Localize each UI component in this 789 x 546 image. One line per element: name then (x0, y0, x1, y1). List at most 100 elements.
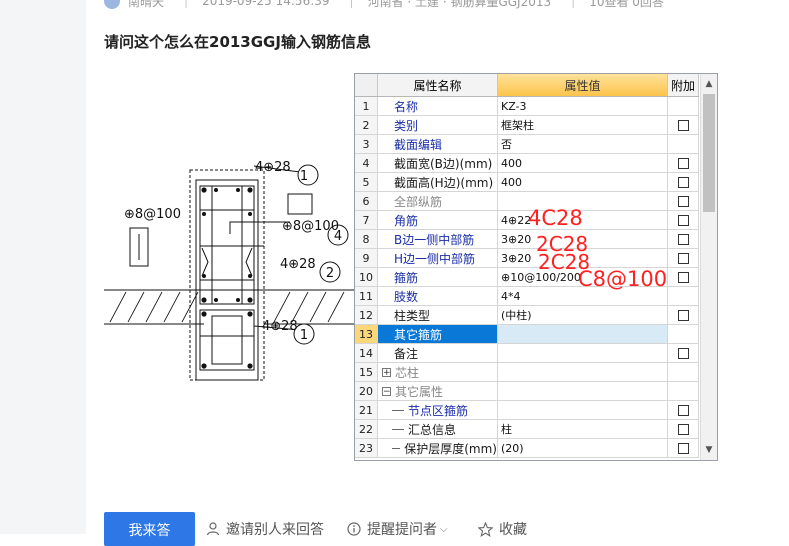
property-name-text: 芯柱 (395, 365, 420, 380)
property-value[interactable]: 4⊕22 (498, 211, 668, 229)
meta-separator: | (571, 0, 576, 8)
answer-button[interactable]: 我来答 (104, 512, 195, 546)
header-property-value[interactable]: 属性值 (498, 74, 668, 96)
property-name[interactable]: 角筋 (378, 211, 498, 229)
property-row[interactable]: 12 柱类型 (中柱) (355, 306, 699, 325)
property-value[interactable]: KZ-3 (498, 97, 668, 115)
property-name[interactable]: 全部纵筋 (378, 192, 498, 210)
property-row[interactable]: 8 B边一侧中部筋 3⊕20 (355, 230, 699, 249)
property-row[interactable]: 14 备注 (355, 344, 699, 363)
question-title: 请问这个怎么在2013GGJ输入钢筋信息 (104, 33, 371, 51)
mid-rebar-label: 4⊕28 (280, 257, 316, 272)
property-row[interactable]: 6 全部纵筋 (355, 192, 699, 211)
question-category[interactable]: 河南省 · 土建 · 钢筋算量GGJ2013 (368, 0, 552, 10)
property-row[interactable]: 15 + 芯柱 (355, 363, 699, 382)
column-section-drawing: 4⊕28 1 ⊕8@100 4 ⊕8@100 4⊕28 2 4⊕28 1 (104, 160, 356, 381)
property-row[interactable]: 5 截面高(H边)(mm) 400 (355, 173, 699, 192)
expand-icon[interactable]: + (382, 367, 391, 377)
property-row[interactable]: 22 汇总信息 柱 (355, 420, 699, 439)
header-extra[interactable]: 附加 (668, 74, 699, 96)
question-stats: 10查看 0回答 (589, 0, 664, 9)
property-name[interactable]: + 芯柱 (378, 363, 498, 381)
property-name[interactable]: 保护层厚度(mm) (378, 439, 498, 457)
property-name[interactable]: 箍筋 (378, 268, 498, 286)
property-name[interactable]: 节点区箍筋 (378, 401, 498, 419)
extra-cell (668, 154, 699, 172)
property-name[interactable]: 备注 (378, 344, 498, 362)
row-index: 3 (355, 135, 378, 153)
row-index: 2 (355, 116, 378, 134)
attach-checkbox[interactable] (677, 347, 689, 359)
extra-cell (668, 363, 699, 381)
property-row[interactable]: 1 名称 KZ-3 (355, 97, 699, 116)
remind-button[interactable]: 提醒提问者 ⌵ (347, 519, 448, 539)
tree-line (392, 447, 401, 449)
attach-checkbox[interactable] (677, 423, 689, 435)
property-name[interactable]: 名称 (378, 97, 498, 115)
property-name[interactable]: 汇总信息 (378, 420, 498, 438)
attach-checkbox[interactable] (677, 252, 689, 264)
author-name[interactable]: 南晴天 (128, 0, 164, 10)
property-value[interactable] (498, 401, 668, 419)
invite-button[interactable]: 邀请别人来回答 (206, 519, 324, 539)
header-property-name[interactable]: 属性名称 (378, 74, 498, 96)
property-row[interactable]: 20− 其它属性 (355, 382, 699, 401)
property-value[interactable]: 否 (498, 135, 668, 153)
row-index: 14 (355, 344, 378, 362)
property-value[interactable]: (20) (498, 439, 668, 457)
property-name[interactable]: 其它箍筋 (378, 325, 498, 343)
property-value[interactable]: 框架柱 (498, 116, 668, 134)
property-row[interactable]: 21 节点区箍筋 (355, 401, 699, 420)
property-row[interactable]: 9 H边一侧中部筋 3⊕20 (355, 249, 699, 268)
attach-checkbox[interactable] (677, 271, 689, 283)
scroll-down-icon[interactable]: ▼ (701, 442, 717, 458)
property-row[interactable]: 4 截面宽(B边)(mm) 400 (355, 154, 699, 173)
property-name[interactable]: − 其它属性 (378, 382, 498, 400)
attach-checkbox[interactable] (677, 442, 689, 454)
property-name[interactable]: 截面高(H边)(mm) (378, 173, 498, 191)
property-value[interactable]: (中柱) (498, 306, 668, 324)
row-index: 7 (355, 211, 378, 229)
attach-checkbox[interactable] (677, 176, 689, 188)
attach-checkbox[interactable] (677, 157, 689, 169)
remind-label: 提醒提问者 (367, 522, 437, 538)
property-name-text: 其它属性 (395, 384, 444, 399)
property-row[interactable]: 7 角筋 4⊕22 (355, 211, 699, 230)
property-row[interactable]: 13 其它箍筋 (355, 325, 699, 344)
property-value[interactable] (498, 192, 668, 210)
tree-line (392, 409, 404, 411)
property-name[interactable]: H边一侧中部筋 (378, 249, 498, 267)
property-name[interactable]: 类别 (378, 116, 498, 134)
top-circle-label: 1 (300, 169, 308, 184)
grid-scrollbar[interactable]: ▲ ▼ (700, 74, 717, 460)
property-name[interactable]: 肢数 (378, 287, 498, 305)
property-value[interactable] (498, 382, 668, 400)
attach-checkbox[interactable] (677, 233, 689, 245)
property-name-text: 节点区箍筋 (408, 403, 469, 418)
attach-checkbox[interactable] (677, 119, 689, 131)
attach-checkbox[interactable] (677, 214, 689, 226)
property-value[interactable]: 400 (498, 154, 668, 172)
attach-checkbox[interactable] (677, 195, 689, 207)
favorite-button[interactable]: 收藏 (478, 519, 527, 539)
property-name[interactable]: 柱类型 (378, 306, 498, 324)
property-name[interactable]: B边一侧中部筋 (378, 230, 498, 248)
property-value[interactable] (498, 344, 668, 362)
extra-cell (668, 306, 699, 324)
property-value[interactable] (498, 325, 668, 343)
property-row[interactable]: 23 保护层厚度(mm) (20) (355, 439, 699, 458)
property-row[interactable]: 2 类别 框架柱 (355, 116, 699, 135)
scroll-up-icon[interactable]: ▲ (701, 76, 717, 92)
attach-checkbox[interactable] (677, 404, 689, 416)
avatar[interactable] (104, 0, 120, 9)
collapse-icon[interactable]: − (382, 386, 391, 396)
property-name[interactable]: 截面宽(B边)(mm) (378, 154, 498, 172)
scroll-thumb[interactable] (703, 94, 715, 212)
property-value[interactable]: 400 (498, 173, 668, 191)
property-name[interactable]: 截面编辑 (378, 135, 498, 153)
row-index: 4 (355, 154, 378, 172)
property-value[interactable]: 柱 (498, 420, 668, 438)
attach-checkbox[interactable] (677, 309, 689, 321)
property-row[interactable]: 3 截面编辑 否 (355, 135, 699, 154)
property-value[interactable] (498, 363, 668, 381)
